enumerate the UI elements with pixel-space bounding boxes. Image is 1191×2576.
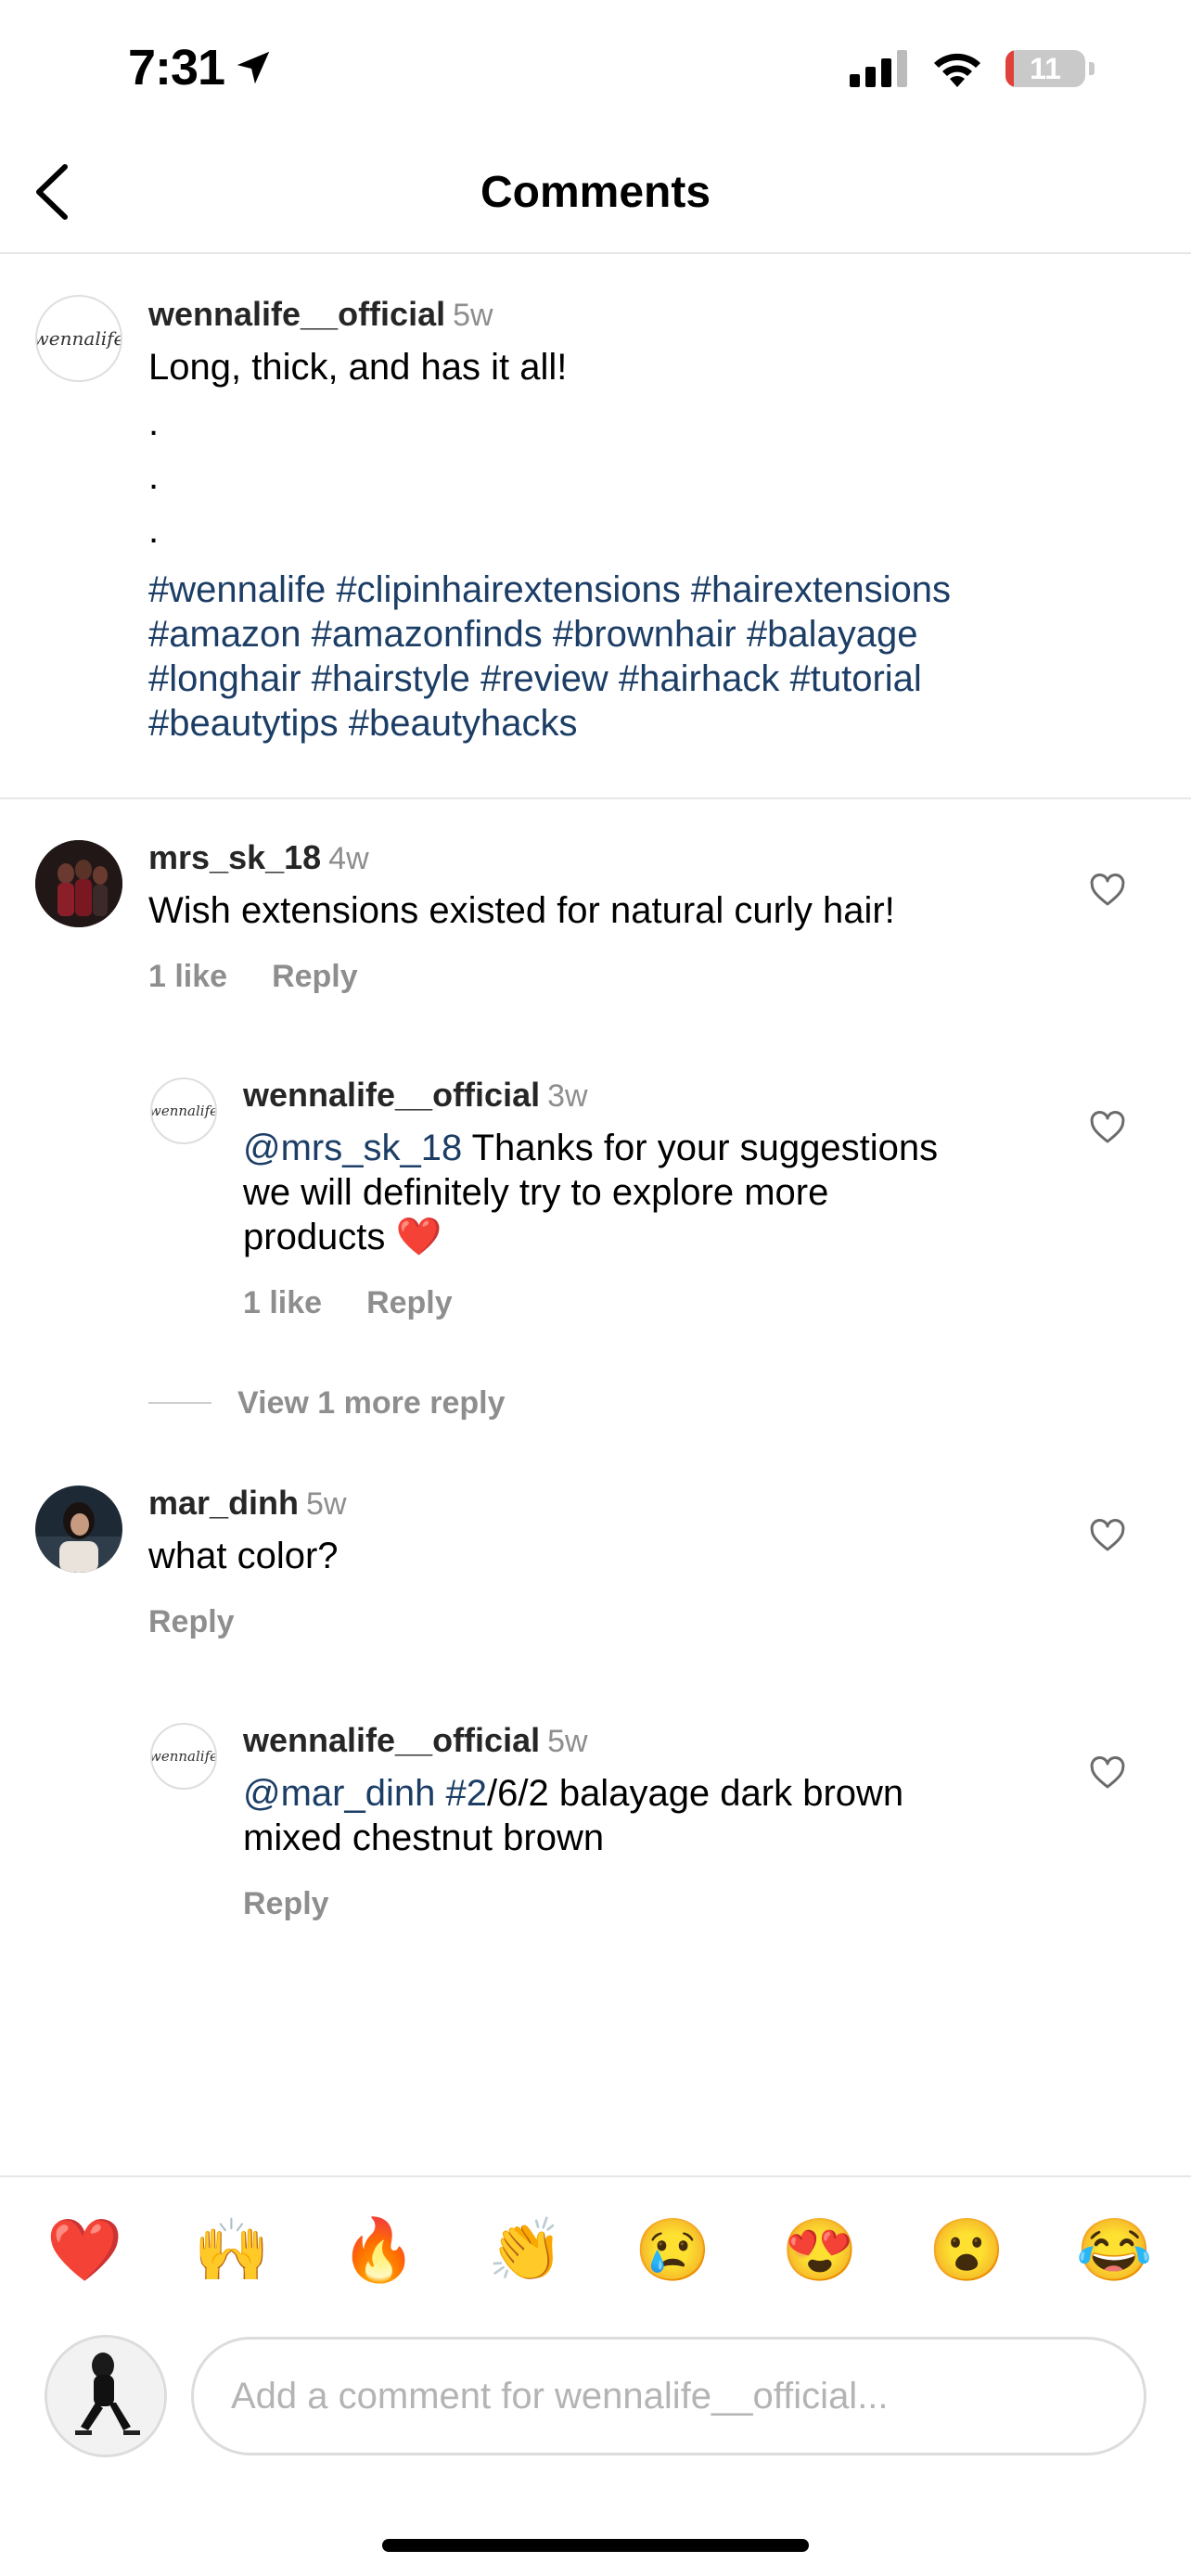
caption-text: Long, thick, and has it all! bbox=[148, 347, 568, 388]
avatar[interactable]: wennalife bbox=[150, 1078, 217, 1144]
reply-username[interactable]: wennalife__official bbox=[243, 1721, 540, 1759]
view-more-replies-button[interactable]: View 1 more reply bbox=[237, 1385, 506, 1422]
composer-divider bbox=[0, 2175, 1191, 2177]
heart-icon[interactable] bbox=[1089, 1517, 1126, 1554]
reply-age: 5w bbox=[547, 1724, 588, 1759]
likes-count[interactable]: 1 like bbox=[243, 1285, 322, 1320]
comment-input[interactable] bbox=[229, 2374, 1102, 2418]
emoji-clap-button[interactable]: 👏 bbox=[488, 2214, 564, 2287]
caption-header: wennalife__official 5w bbox=[148, 295, 493, 334]
battery-percent: 11 bbox=[1030, 51, 1061, 85]
avatar[interactable]: wennalife bbox=[150, 1723, 217, 1790]
reply-username[interactable]: wennalife__official bbox=[243, 1076, 540, 1114]
emoji-laughing-button[interactable]: 😂 bbox=[1076, 2214, 1152, 2287]
comment-username[interactable]: mar_dinh bbox=[148, 1484, 299, 1522]
comment-input-wrapper bbox=[191, 2337, 1146, 2455]
emoji-heart-button[interactable]: ❤️ bbox=[46, 2214, 122, 2287]
comment-text: Wish extensions existed for natural curl… bbox=[148, 890, 895, 931]
home-indicator[interactable] bbox=[382, 2539, 809, 2552]
caption-hashtags[interactable]: #wennalife #clipinhairextensions #hairex… bbox=[148, 567, 951, 612]
reply-header: wennalife__official 3w bbox=[243, 1076, 588, 1115]
reply-button[interactable]: Reply bbox=[366, 1285, 453, 1320]
caption-dot: . bbox=[148, 402, 160, 443]
reply-text-line: @mar_dinh #2/6/2 balayage dark brown bbox=[243, 1773, 904, 1814]
emoji-quick-bar: ❤️ 🙌 🔥 👏 😢 😍 😮 😂 bbox=[46, 2214, 1152, 2287]
reply-text-line: mixed chestnut brown bbox=[243, 1817, 605, 1858]
header-divider bbox=[0, 252, 1191, 254]
comment-age: 5w bbox=[306, 1486, 347, 1522]
reply-actions: Reply bbox=[243, 1886, 374, 1922]
avatar[interactable]: wennalife bbox=[35, 295, 122, 382]
wifi-icon bbox=[934, 53, 980, 87]
caption-dot: . bbox=[148, 456, 160, 497]
reply-text-line: products ❤️ bbox=[243, 1217, 442, 1257]
reply-age: 3w bbox=[547, 1078, 588, 1114]
caption-hashtags[interactable]: #longhair #hairstyle #review #hairhack #… bbox=[148, 657, 922, 701]
caption-hashtags[interactable]: #beautytips #beautyhacks bbox=[148, 701, 578, 746]
reply-button[interactable]: Reply bbox=[148, 1604, 235, 1639]
avatar-photo bbox=[47, 2338, 164, 2455]
emoji-fire-button[interactable]: 🔥 bbox=[340, 2214, 416, 2287]
battery-cap bbox=[1089, 62, 1095, 75]
battery-indicator: 11 bbox=[1005, 50, 1085, 87]
location-arrow-icon bbox=[237, 51, 270, 84]
comment-header: mrs_sk_18 4w bbox=[148, 838, 369, 877]
emoji-surprised-button[interactable]: 😮 bbox=[928, 2214, 1005, 2287]
emoji-raised-hands-button[interactable]: 🙌 bbox=[194, 2214, 270, 2287]
comment-text: what color? bbox=[148, 1536, 339, 1576]
heart-icon[interactable] bbox=[1089, 872, 1126, 909]
comment-actions: 1 like Reply bbox=[148, 959, 403, 995]
likes-count[interactable]: 1 like bbox=[148, 959, 227, 994]
reply-text-line: @mrs_sk_18 Thanks for your suggestions bbox=[243, 1128, 939, 1168]
page-title: Comments bbox=[480, 168, 711, 217]
heart-icon[interactable] bbox=[1089, 1109, 1126, 1146]
caption-username[interactable]: wennalife__official bbox=[148, 295, 445, 333]
caption-divider bbox=[0, 797, 1191, 799]
reply-text-line: we will definitely try to explore more bbox=[243, 1172, 829, 1213]
comment-age: 4w bbox=[328, 841, 369, 876]
reply-actions: 1 like Reply bbox=[243, 1285, 497, 1321]
caption-dot: . bbox=[148, 510, 160, 551]
reply-header: wennalife__official 5w bbox=[243, 1721, 588, 1760]
comment-actions: Reply bbox=[148, 1604, 279, 1640]
avatar-photo bbox=[35, 840, 122, 927]
avatar[interactable] bbox=[35, 840, 122, 927]
comment-header: mar_dinh 5w bbox=[148, 1484, 347, 1523]
status-indicators: 11 bbox=[850, 48, 1095, 89]
caption-hashtags[interactable]: #amazon #amazonfinds #brownhair #balayag… bbox=[148, 612, 917, 657]
cellular-signal-icon bbox=[850, 50, 907, 87]
mention-link[interactable]: @mar_dinh bbox=[243, 1773, 435, 1814]
heart-icon[interactable] bbox=[1089, 1754, 1126, 1792]
mention-link[interactable]: @mrs_sk_18 bbox=[243, 1128, 462, 1168]
hashtag-link[interactable]: #2 bbox=[435, 1773, 487, 1814]
status-time: 7:31 bbox=[128, 39, 275, 96]
view-more-line bbox=[148, 1402, 211, 1404]
user-avatar bbox=[45, 2335, 167, 2457]
reply-button[interactable]: Reply bbox=[272, 959, 358, 994]
reply-button[interactable]: Reply bbox=[243, 1886, 329, 1921]
caption-age: 5w bbox=[453, 298, 493, 333]
avatar[interactable] bbox=[35, 1486, 122, 1573]
comment-username[interactable]: mrs_sk_18 bbox=[148, 838, 321, 876]
avatar-photo bbox=[35, 1486, 122, 1573]
emoji-heart-eyes-button[interactable]: 😍 bbox=[782, 2214, 858, 2287]
emoji-crying-button[interactable]: 😢 bbox=[634, 2214, 711, 2287]
